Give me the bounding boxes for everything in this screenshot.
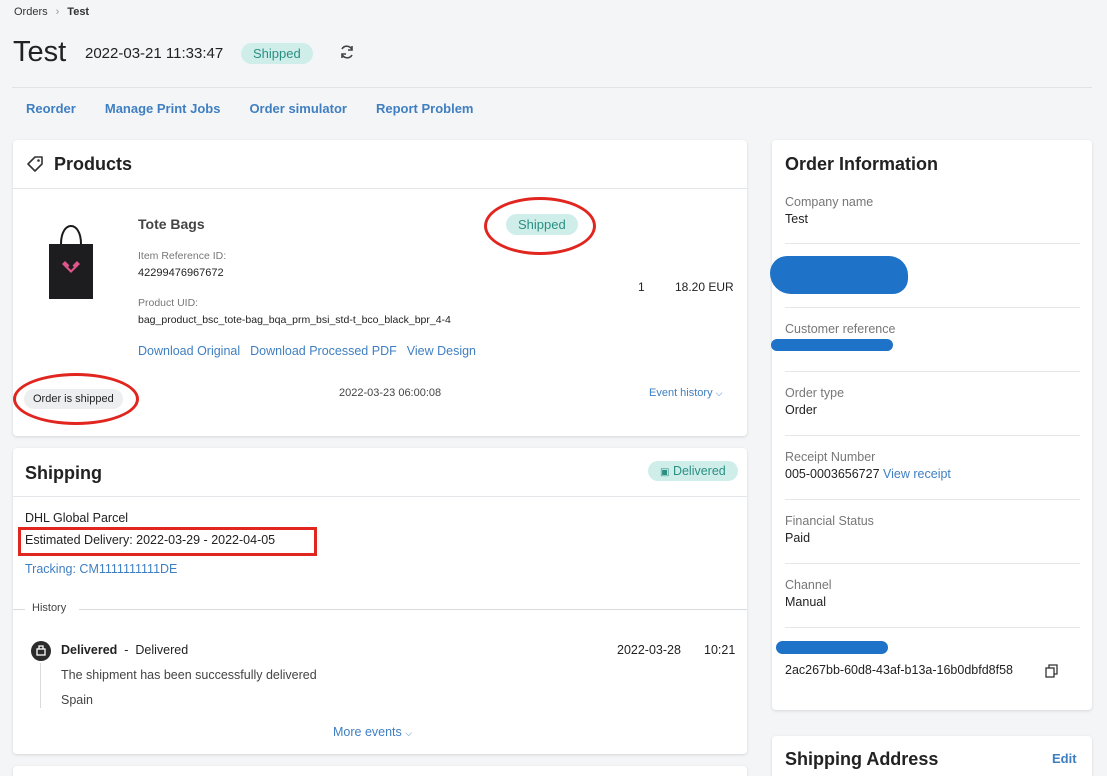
view-receipt-link[interactable]: View receipt xyxy=(883,467,951,481)
tote-bag-image xyxy=(49,225,93,299)
history-line-left xyxy=(13,609,25,610)
products-title: Products xyxy=(54,154,133,174)
annotation-circle-order-shipped xyxy=(13,373,139,425)
event-dash: - xyxy=(124,643,129,657)
package-icon: ▣ xyxy=(660,467,670,478)
channel-value: Manual xyxy=(785,595,826,609)
timeline-line xyxy=(40,663,41,708)
breadcrumb-orders-link[interactable]: Orders xyxy=(14,6,48,18)
event-location: Spain xyxy=(61,693,93,707)
product-links: Download Original Download Processed PDF… xyxy=(138,344,476,358)
shipping-card: Shipping ▣ Delivered DHL Global Parcel E… xyxy=(13,448,747,754)
receipt-number-value: 005-0003656727 xyxy=(785,467,880,481)
order-simulator-link[interactable]: Order simulator xyxy=(249,101,347,116)
breadcrumb-current: Test xyxy=(67,6,90,18)
info-divider xyxy=(785,435,1080,436)
order-date: 2022-03-21 11:33:47 xyxy=(85,45,224,62)
redacted-customer-reference xyxy=(771,339,893,351)
product-name: Tote Bags xyxy=(138,216,205,232)
page-title: Test xyxy=(13,36,67,68)
item-reference-label: Item Reference ID: xyxy=(138,250,227,262)
tag-icon xyxy=(27,156,43,172)
financial-status-label: Financial Status xyxy=(785,514,874,528)
carrier-name: DHL Global Parcel xyxy=(25,511,129,525)
company-name-label: Company name xyxy=(785,195,874,209)
tracking-link[interactable]: Tracking: CM1111111111DE xyxy=(25,562,177,576)
order-status-badge: Shipped xyxy=(241,43,313,64)
info-divider xyxy=(785,563,1080,564)
receipt-number-label: Receipt Number xyxy=(785,450,876,464)
more-events-label: More events xyxy=(333,725,402,739)
customer-reference-label: Customer reference xyxy=(785,322,896,336)
order-type-value: Order xyxy=(785,403,817,417)
product-price: 18.20 EUR xyxy=(675,280,734,294)
reorder-link[interactable]: Reorder xyxy=(26,101,76,116)
history-label: History xyxy=(32,602,67,614)
breadcrumb: Orders › Test xyxy=(14,6,89,18)
shipping-title: Shipping xyxy=(25,463,102,483)
info-divider xyxy=(785,371,1080,372)
download-processed-pdf-link[interactable]: Download Processed PDF xyxy=(250,344,397,358)
copy-icon[interactable] xyxy=(1045,664,1058,678)
more-events-toggle[interactable]: More events ⌵ xyxy=(333,725,412,739)
delivered-event-icon xyxy=(31,641,51,661)
event-date: 2022-03-28 xyxy=(617,643,681,657)
order-actions: Reorder Manage Print Jobs Order simulato… xyxy=(26,101,473,116)
channel-label: Channel xyxy=(785,578,832,592)
event-title-row: Delivered - Delivered xyxy=(61,643,188,657)
info-divider xyxy=(785,627,1080,628)
download-original-link[interactable]: Download Original xyxy=(138,344,240,358)
box-icon xyxy=(36,645,46,656)
financial-status-value: Paid xyxy=(785,531,811,545)
event-title: Delivered xyxy=(61,643,118,657)
item-reference-value: 42299476967672 xyxy=(138,267,224,279)
event-time-shipping: 10:21 xyxy=(704,643,736,657)
event-subtitle: Delivered xyxy=(135,643,189,657)
chevron-down-icon: ⌵ xyxy=(715,388,723,398)
manage-print-jobs-link[interactable]: Manage Print Jobs xyxy=(105,101,221,116)
order-id-value: 2ac267bb-60d8-43af-b13a-16b0dbfd8f58 xyxy=(785,663,1013,677)
edit-address-link[interactable]: Edit xyxy=(1052,751,1077,766)
report-problem-link[interactable]: Report Problem xyxy=(376,101,474,116)
redacted-id-label xyxy=(776,641,888,654)
info-divider xyxy=(785,307,1080,308)
product-quantity: 1 xyxy=(638,280,645,294)
info-divider xyxy=(785,243,1080,244)
chevron-right-icon: › xyxy=(55,6,60,18)
info-divider xyxy=(785,499,1080,500)
refresh-icon[interactable] xyxy=(338,43,356,61)
chevron-down-icon: ⌵ xyxy=(405,728,413,738)
order-information-title: Order Information xyxy=(785,154,939,174)
header-divider xyxy=(12,87,1092,88)
products-divider xyxy=(13,188,747,189)
product-uid-value: bag_product_bsc_tote-bag_bqa_prm_bsi_std… xyxy=(138,314,451,326)
event-description: The shipment has been successfully deliv… xyxy=(61,668,317,682)
delivered-badge: ▣ Delivered xyxy=(648,461,738,481)
shipping-address-title: Shipping Address xyxy=(785,749,939,769)
annotation-circle-product-status xyxy=(484,197,596,255)
product-uid-label: Product UID: xyxy=(138,297,199,309)
view-design-link[interactable]: View Design xyxy=(407,344,476,358)
redacted-field xyxy=(770,256,908,294)
order-information-card xyxy=(772,140,1092,710)
shipping-divider xyxy=(13,496,747,497)
event-time: 2022-03-23 06:00:08 xyxy=(339,387,442,399)
event-history-toggle[interactable]: Event history ⌵ xyxy=(649,387,722,399)
history-line-right xyxy=(79,609,747,610)
annotation-box-estimated-delivery xyxy=(18,527,317,556)
next-card xyxy=(13,766,747,776)
delivered-badge-label: Delivered xyxy=(672,464,726,478)
order-type-label: Order type xyxy=(785,386,845,400)
event-history-label: Event history xyxy=(649,387,713,399)
company-name-link[interactable]: Test xyxy=(785,212,808,226)
receipt-number-row: 005-0003656727 View receipt xyxy=(785,467,951,481)
